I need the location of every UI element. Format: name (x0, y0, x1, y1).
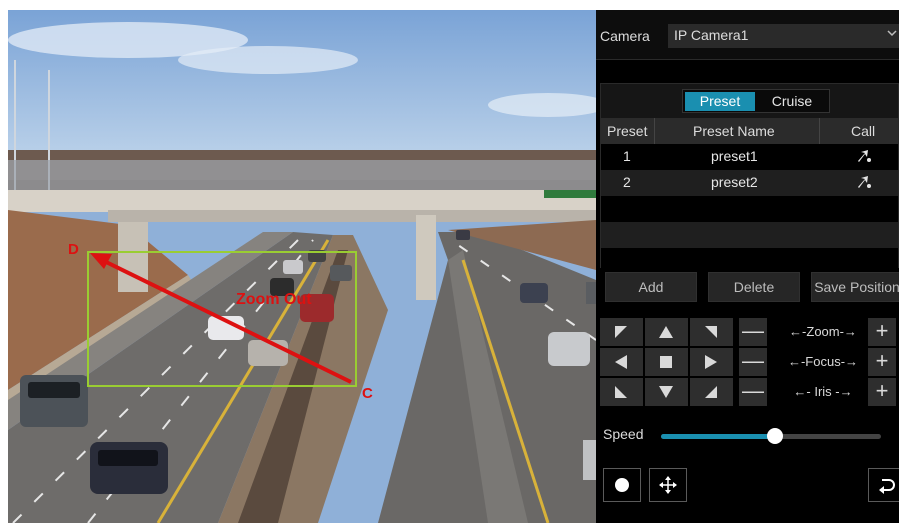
speed-slider-fill (661, 434, 776, 439)
move-icon (659, 476, 677, 494)
ptz-up-button[interactable] (645, 318, 688, 346)
camera-select[interactable]: IP Camera1 (668, 24, 899, 48)
corner-label-c: C (362, 385, 373, 402)
chevron-down-icon (887, 30, 897, 37)
focus-near-button[interactable]: — (739, 348, 767, 376)
camera-label: Camera (600, 28, 650, 44)
preset-number: 2 (623, 174, 631, 190)
preset-number: 1 (623, 148, 631, 164)
camera-select-value: IP Camera1 (674, 27, 749, 43)
table-row[interactable]: 1 preset1 (601, 144, 898, 170)
focus-far-button[interactable]: + (868, 348, 896, 376)
arrow-down-icon (659, 386, 673, 398)
record-button[interactable] (603, 468, 641, 502)
ptz-right-button[interactable] (690, 348, 733, 376)
zoom-direction-arrow (99, 257, 352, 384)
delete-preset-button[interactable]: Delete (708, 272, 800, 302)
arrow-up-right-icon (705, 326, 717, 338)
column-header-preset: Preset (607, 123, 648, 139)
speed-slider-handle[interactable] (767, 428, 784, 444)
ptz-left-button[interactable] (600, 348, 643, 376)
column-divider (819, 118, 820, 144)
iris-close-button[interactable]: — (739, 378, 767, 406)
ptz-down-button[interactable] (645, 378, 688, 406)
ptz-down-right-button[interactable] (690, 378, 733, 406)
tab-cruise[interactable]: Cruise (757, 92, 827, 111)
preset-cruise-tabs: Preset Cruise (682, 89, 830, 113)
focus-label: ←-Focus-→ (787, 354, 859, 369)
ptz-up-left-button[interactable] (600, 318, 643, 346)
zoom-action-label: Zoom Out (236, 291, 312, 308)
corner-label-d: D (68, 241, 79, 258)
column-header-call: Call (851, 123, 876, 139)
ptz-control-panel: Camera IP Camera1 Preset Cruise Preset P… (596, 10, 899, 523)
add-preset-button[interactable]: Add (605, 272, 697, 302)
call-preset-icon[interactable] (855, 174, 873, 190)
table-row-empty (601, 196, 898, 222)
call-preset-icon[interactable] (855, 148, 873, 164)
move-button[interactable] (649, 468, 687, 502)
arrow-up-left-icon (615, 326, 627, 338)
arrow-left-icon (615, 355, 627, 369)
zoom-in-button[interactable]: + (868, 318, 896, 346)
column-divider (654, 118, 655, 144)
preset-panel: Preset Cruise Preset Preset Name Call 1 … (600, 83, 899, 268)
ptz-up-right-button[interactable] (690, 318, 733, 346)
iris-label: ←- Iris -→ (793, 384, 853, 399)
iris-open-button[interactable]: + (868, 378, 896, 406)
save-position-button[interactable]: Save Position (811, 272, 899, 302)
arrow-up-icon (659, 326, 673, 338)
arrow-down-left-icon (615, 386, 627, 398)
zoom-selection-overlay: D C Zoom Out (68, 241, 373, 402)
preset-name: preset2 (711, 174, 758, 190)
return-icon (879, 479, 895, 494)
speed-label: Speed (603, 426, 644, 442)
camera-selector-row: Camera IP Camera1 (596, 10, 899, 60)
tab-preset[interactable]: Preset (685, 92, 755, 111)
ptz-down-left-button[interactable] (600, 378, 643, 406)
table-row-empty (601, 248, 898, 268)
return-button[interactable] (868, 468, 899, 502)
preset-name: preset1 (711, 148, 758, 164)
record-icon (615, 478, 629, 492)
zoom-out-button[interactable]: — (739, 318, 767, 346)
table-row-empty (601, 222, 898, 248)
arrow-down-right-icon (705, 386, 717, 398)
ptz-stop-button[interactable] (645, 348, 688, 376)
speed-slider[interactable] (661, 428, 881, 444)
table-row[interactable]: 2 preset2 (601, 170, 898, 196)
preset-table-header: Preset Preset Name Call (601, 118, 898, 144)
zoom-label: ←-Zoom-→ (789, 324, 857, 339)
stop-square-icon (660, 356, 672, 368)
arrow-right-icon (705, 355, 717, 369)
camera-video-view[interactable]: D C Zoom Out (8, 10, 596, 523)
column-header-preset-name: Preset Name (693, 123, 775, 139)
arrow-head-icon (90, 253, 112, 269)
